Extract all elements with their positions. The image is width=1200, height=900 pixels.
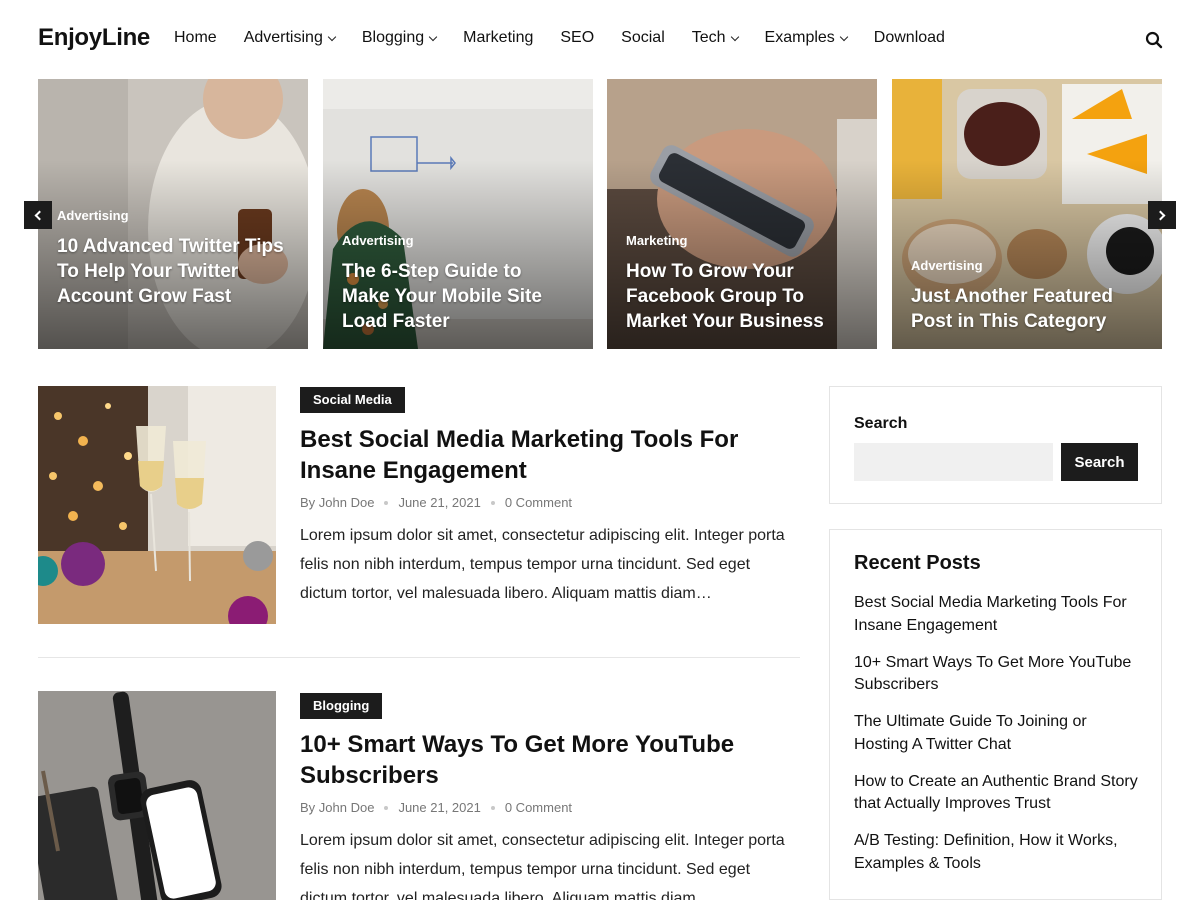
slide-category[interactable]: Advertising: [57, 208, 129, 223]
main-nav: Home Advertising Blogging Marketing SEO …: [174, 29, 972, 47]
post-author[interactable]: By John Doe: [300, 800, 374, 815]
slide-item[interactable]: Advertising Just Another Featured Post i…: [892, 79, 1162, 349]
post-meta: By John Doe June 21, 2021 0 Comment: [300, 800, 572, 815]
search-submit-button[interactable]: Search: [1061, 443, 1138, 481]
post-author[interactable]: By John Doe: [300, 495, 374, 510]
nav-item-download[interactable]: Download: [874, 29, 945, 47]
slider-prev-button[interactable]: [24, 201, 52, 229]
site-header: EnjoyLine Home Advertising Blogging Mark…: [0, 0, 1200, 78]
chevron-left-icon: [34, 210, 45, 220]
recent-post-link[interactable]: A/B Testing: Definition, How it Works, E…: [854, 830, 1144, 875]
post-excerpt: Lorem ipsum dolor sit amet, consectetur …: [300, 832, 785, 900]
meta-separator: [490, 805, 495, 810]
meta-separator: [384, 500, 389, 505]
post-title[interactable]: Best Social Media Marketing Tools For In…: [300, 424, 770, 486]
nav-label: Advertising: [243, 29, 323, 46]
post-divider: [38, 657, 800, 658]
post-title[interactable]: 10+ Smart Ways To Get More YouTube Subsc…: [300, 729, 770, 791]
featured-slider: Advertising 10 Advanced Twitter Tips To …: [0, 79, 1200, 349]
nav-item-seo[interactable]: SEO: [560, 29, 594, 47]
slide-category[interactable]: Marketing: [626, 233, 687, 248]
site-logo[interactable]: EnjoyLine: [38, 24, 150, 52]
slide-category[interactable]: Advertising: [342, 233, 414, 248]
recent-posts-title: Recent Posts: [854, 552, 981, 574]
chevron-down-icon: [327, 32, 337, 41]
post-image: [38, 691, 276, 900]
post-category-badge[interactable]: Blogging: [300, 693, 383, 719]
post-thumbnail[interactable]: [38, 691, 276, 900]
search-input[interactable]: [854, 443, 1053, 481]
post-date[interactable]: June 21, 2021: [398, 495, 480, 510]
post-category-badge[interactable]: Social Media: [300, 387, 405, 413]
nav-label: Examples: [764, 29, 835, 46]
post-image: [38, 386, 276, 624]
chevron-down-icon: [730, 32, 739, 41]
nav-item-advertising[interactable]: Advertising: [243, 29, 337, 47]
slide-title[interactable]: Just Another Featured Post in This Categ…: [911, 284, 1141, 334]
nav-label: Home: [174, 29, 217, 46]
recent-posts-widget: Recent Posts Best Social Media Marketing…: [829, 529, 1162, 900]
post-comments[interactable]: 0 Comment: [505, 800, 572, 815]
search-icon[interactable]: [1144, 30, 1164, 50]
post-thumbnail[interactable]: [38, 386, 276, 624]
nav-item-home[interactable]: Home: [174, 29, 217, 47]
nav-item-blogging[interactable]: Blogging: [361, 29, 438, 47]
slide-title[interactable]: How To Grow Your Facebook Group To Marke…: [626, 259, 856, 334]
nav-item-social[interactable]: Social: [621, 29, 665, 47]
meta-separator: [490, 500, 495, 505]
slide-item[interactable]: Marketing How To Grow Your Facebook Grou…: [607, 79, 877, 349]
nav-label: Blogging: [361, 29, 425, 46]
recent-post-link[interactable]: 10+ Smart Ways To Get More YouTube Subsc…: [854, 652, 1144, 697]
meta-separator: [384, 805, 389, 810]
nav-item-tech[interactable]: Tech: [691, 29, 739, 47]
slide-item[interactable]: Advertising The 6-Step Guide to Make You…: [323, 79, 593, 349]
search-widget-title: Search: [854, 415, 908, 432]
post-excerpt: Lorem ipsum dolor sit amet, consectetur …: [300, 527, 785, 602]
post-item: Social Media Best Social Media Marketing…: [38, 386, 800, 626]
nav-label: Download: [873, 29, 945, 46]
nav-label: Social: [621, 29, 665, 46]
nav-label: Tech: [691, 29, 726, 46]
nav-label: Marketing: [463, 29, 534, 46]
recent-post-link[interactable]: How to Create an Authentic Brand Story t…: [854, 771, 1144, 816]
slider-next-button[interactable]: [1148, 201, 1176, 229]
recent-post-link[interactable]: The Ultimate Guide To Joining or Hosting…: [854, 711, 1144, 756]
slide-title[interactable]: 10 Advanced Twitter Tips To Help Your Tw…: [57, 234, 287, 309]
chevron-down-icon: [428, 32, 438, 41]
search-widget: Search Search: [829, 386, 1162, 504]
slide-title[interactable]: The 6-Step Guide to Make Your Mobile Sit…: [342, 259, 572, 334]
nav-item-examples[interactable]: Examples: [764, 29, 849, 47]
chevron-right-icon: [1155, 210, 1166, 220]
post-meta: By John Doe June 21, 2021 0 Comment: [300, 495, 572, 510]
slide-category[interactable]: Advertising: [911, 258, 983, 273]
nav-item-marketing[interactable]: Marketing: [463, 29, 533, 47]
post-item: Blogging 10+ Smart Ways To Get More YouT…: [38, 691, 800, 900]
slide-item[interactable]: Advertising 10 Advanced Twitter Tips To …: [38, 79, 308, 349]
recent-post-link[interactable]: Best Social Media Marketing Tools For In…: [854, 592, 1144, 637]
nav-label: SEO: [560, 29, 595, 46]
post-comments[interactable]: 0 Comment: [505, 495, 572, 510]
recent-posts-list: Best Social Media Marketing Tools For In…: [854, 592, 1144, 890]
chevron-down-icon: [839, 32, 849, 41]
post-date[interactable]: June 21, 2021: [398, 800, 480, 815]
